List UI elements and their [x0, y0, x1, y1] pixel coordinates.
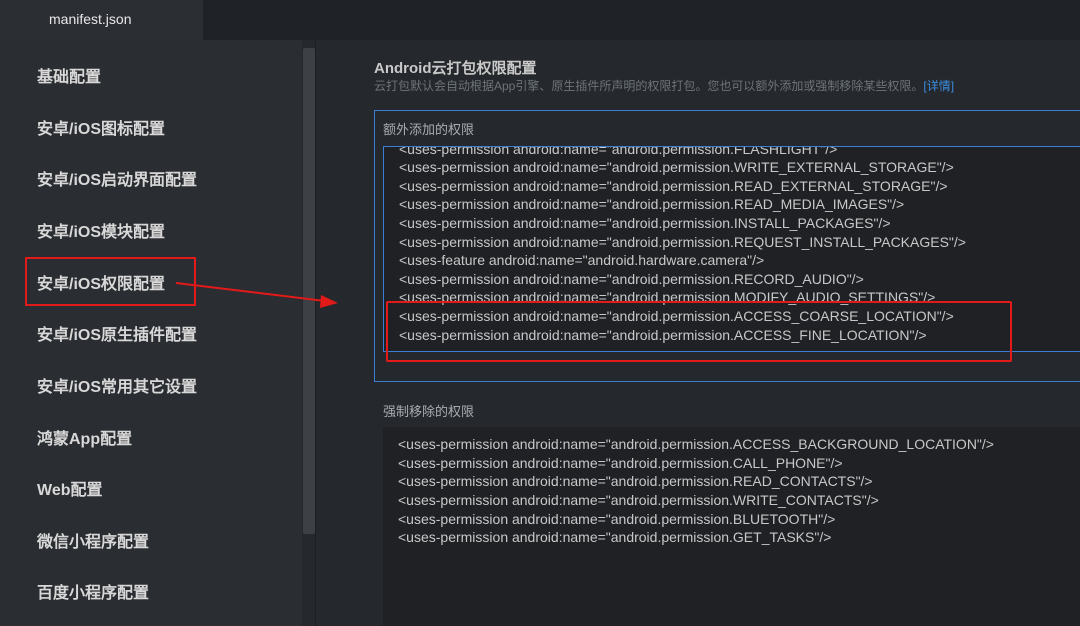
details-link[interactable]: [详情] — [923, 79, 954, 93]
code-line: <uses-permission android:name="android.p… — [398, 529, 832, 545]
code-line: <uses-permission android:name="android.p… — [398, 492, 879, 508]
section-title: Android云打包权限配置 — [374, 60, 537, 77]
code-line: <uses-permission android:name="android.p… — [399, 178, 948, 194]
code-line: <uses-permission android:name="android.p… — [398, 473, 873, 489]
description-text: 云打包默认会自动根据App引擎、原生插件所声明的权限打包。您也可以额外添加或强制… — [374, 79, 924, 93]
removed-permissions-editor[interactable]: <uses-permission android:name="android.p… — [383, 427, 1080, 626]
added-permissions-label: 额外添加的权限 — [383, 122, 475, 137]
removed-permissions-label: 强制移除的权限 — [383, 404, 475, 419]
code-line: <uses-permission android:name="android.p… — [398, 511, 836, 527]
code-line: <uses-permission android:name="android.p… — [399, 234, 966, 250]
code-line: <uses-feature android:name="android.hard… — [399, 252, 765, 268]
code-line: <uses-permission android:name="android.p… — [398, 455, 843, 471]
code-line: <uses-permission android:name="android.p… — [399, 196, 905, 212]
code-line: <uses-permission android:name="android.p… — [399, 146, 838, 157]
section-description: 云打包默认会自动根据App引擎、原生插件所声明的权限打包。您也可以额外添加或强制… — [374, 77, 954, 94]
code-line: <uses-permission android:name="android.p… — [399, 271, 864, 287]
code-line: <uses-permission android:name="android.p… — [398, 436, 994, 452]
code-line: <uses-permission android:name="android.p… — [399, 215, 891, 231]
code-line: <uses-permission android:name="android.p… — [399, 159, 954, 175]
location-permissions-highlight-box — [386, 301, 1012, 362]
